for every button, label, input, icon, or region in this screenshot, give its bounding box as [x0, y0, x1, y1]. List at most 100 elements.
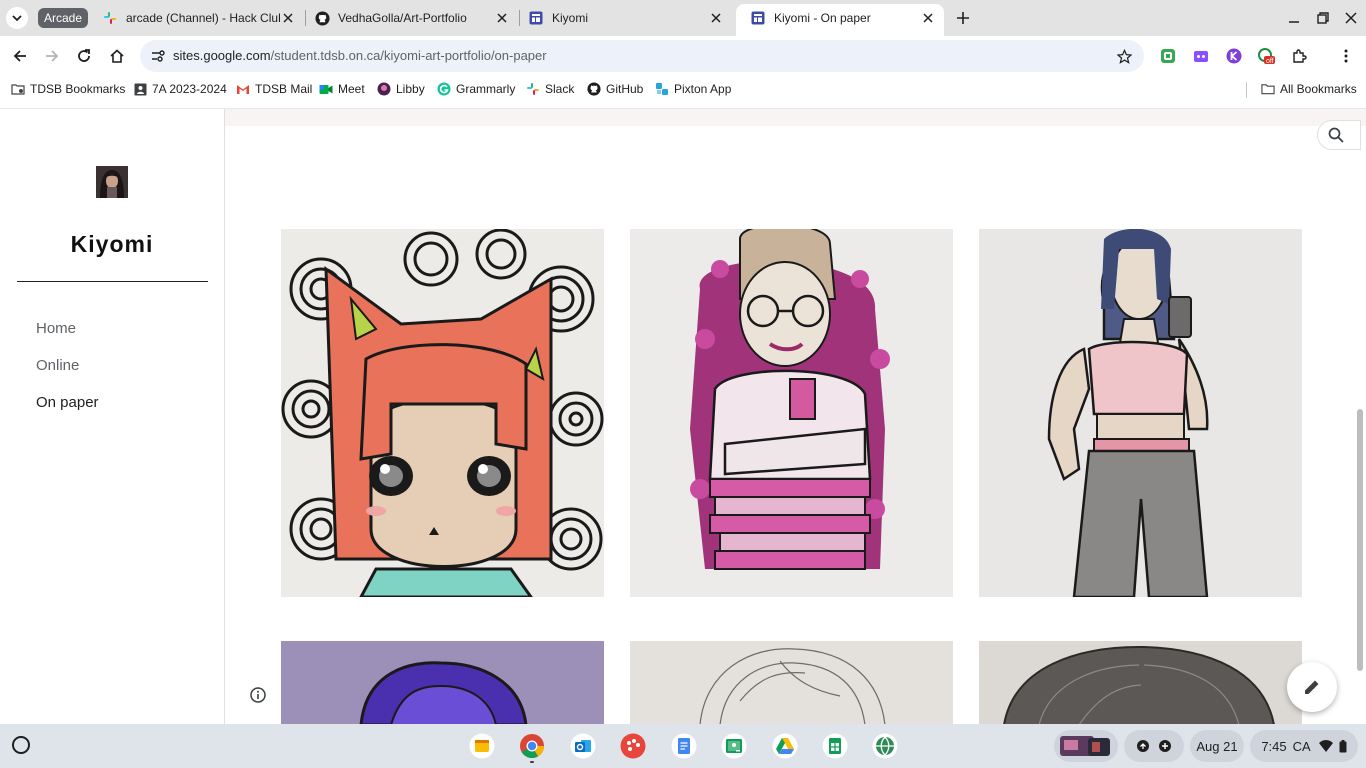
bookmark-label: TDSB Bookmarks [30, 82, 126, 96]
artwork-pencil-sketch-2[interactable] [979, 641, 1302, 724]
tab-strip: Arcade arcade (Channel) - Hack Club - Ve… [0, 0, 1366, 36]
nav-online[interactable]: Online [36, 357, 79, 374]
tab-slack[interactable]: arcade (Channel) - Hack Club - [88, 4, 304, 32]
page-scrollbar[interactable] [1357, 409, 1363, 671]
bookmark-label: 7A 2023-2024 [152, 82, 227, 96]
reload-icon [78, 49, 90, 62]
github-icon [587, 82, 601, 96]
bookmark-grammarly[interactable]: Grammarly [437, 80, 515, 98]
extension-green-icon[interactable] [1158, 46, 1178, 66]
site-info-icon[interactable] [148, 46, 168, 66]
extensions-puzzle-icon[interactable] [1289, 46, 1309, 66]
extension-off-icon[interactable]: off [1256, 46, 1276, 66]
bookmark-libby[interactable]: Libby [377, 80, 425, 98]
classroom-icon [721, 733, 747, 759]
maximize-button[interactable] [1313, 8, 1333, 28]
all-bookmarks-button[interactable]: All Bookmarks [1261, 80, 1357, 98]
close-icon[interactable] [920, 10, 936, 26]
quick-actions-pill[interactable] [1124, 730, 1184, 762]
forward-button[interactable] [38, 42, 66, 70]
launcher-icon [12, 736, 30, 754]
app-paint[interactable] [618, 731, 648, 761]
bookmarks-bar: TDSB Bookmarks 7A 2023-2024 TDSB Mail Me… [0, 76, 1366, 102]
site-search-button[interactable] [1317, 120, 1361, 150]
back-button[interactable] [6, 42, 34, 70]
tab-title: Kiyomi [552, 11, 589, 25]
close-window-button[interactable] [1341, 8, 1361, 28]
app-sheets[interactable] [820, 731, 850, 761]
bookmark-slack[interactable]: Slack [526, 80, 574, 98]
google-sites-icon [528, 10, 544, 26]
close-icon[interactable] [280, 10, 296, 26]
minimize-button[interactable] [1284, 8, 1304, 28]
home-button[interactable] [103, 42, 131, 70]
info-icon [250, 687, 266, 703]
address-bar[interactable]: sites.google.com/student.tdsb.on.ca/kiyo… [140, 40, 1144, 72]
bookmark-star-icon[interactable] [1114, 46, 1134, 66]
site-title[interactable]: Kiyomi [0, 231, 224, 258]
launcher-button[interactable] [10, 734, 32, 756]
app-globe[interactable] [870, 731, 900, 761]
bookmark-meet[interactable]: Meet [319, 80, 365, 98]
url-path: /student.tdsb.on.ca/kiyomi-art-portfolio… [270, 48, 547, 63]
bookmark-pixton[interactable]: Pixton App [655, 80, 731, 98]
bookmark-label: Grammarly [456, 82, 516, 96]
artwork-purple-hair[interactable] [281, 641, 604, 724]
edit-site-button[interactable] [1287, 662, 1337, 712]
tab-title: Kiyomi - On paper [774, 11, 871, 25]
bookmark-label: GitHub [606, 82, 644, 96]
app-classroom[interactable] [719, 731, 749, 761]
url-host: sites.google.com [173, 48, 271, 63]
tab-search-button[interactable] [6, 7, 28, 29]
tab-title: arcade (Channel) - Hack Club - [126, 11, 280, 25]
app-drive[interactable] [770, 731, 800, 761]
app-sticky-notes[interactable] [467, 731, 497, 761]
status-tray[interactable]: 7:45 CA [1250, 730, 1358, 762]
close-icon[interactable] [494, 10, 510, 26]
google-sites-icon [750, 10, 766, 26]
tote-holding-space[interactable] [1054, 730, 1118, 762]
globe-icon [872, 733, 898, 759]
bookmark-label: Pixton App [674, 82, 732, 96]
close-icon[interactable] [708, 10, 724, 26]
bookmark-github[interactable]: GitHub [587, 80, 643, 98]
new-tab-button[interactable] [952, 7, 974, 29]
bookmarks-divider [1246, 82, 1247, 98]
reload-button[interactable] [70, 42, 98, 70]
date-tray[interactable]: Aug 21 [1190, 730, 1244, 762]
nav-home[interactable]: Home [36, 320, 76, 337]
url-text[interactable]: sites.google.com/student.tdsb.on.ca/kiyo… [173, 40, 547, 72]
bookmark-7a[interactable]: 7A 2023-2024 [133, 80, 227, 98]
app-docs[interactable] [669, 731, 699, 761]
nav-on-paper[interactable]: On paper [36, 394, 99, 411]
more-menu-icon[interactable] [1336, 46, 1356, 66]
artwork-mirror-selfie[interactable] [979, 229, 1302, 597]
artwork-cat-ear-girl[interactable] [281, 229, 604, 597]
app-outlook[interactable] [568, 731, 598, 761]
drive-icon [772, 733, 798, 759]
tab-kiyomi-on-paper[interactable]: Kiyomi - On paper [736, 4, 944, 36]
bookmark-tdsb-mail[interactable]: TDSB Mail [236, 80, 312, 98]
tab-group-label[interactable]: Arcade [38, 8, 89, 28]
extension-k-icon[interactable] [1224, 46, 1244, 66]
paint-icon [620, 733, 646, 759]
slack-icon [102, 10, 118, 26]
chromeos-shelf: Aug 21 7:45 CA [0, 724, 1366, 768]
info-button[interactable] [249, 686, 267, 704]
artwork-pencil-sketch-1[interactable] [630, 641, 953, 724]
contact-card-icon [133, 82, 147, 96]
app-chrome[interactable] [517, 731, 547, 763]
site-logo[interactable] [96, 166, 128, 198]
screenshot-thumbnails-icon [1060, 736, 1110, 756]
header-band [225, 109, 1366, 126]
bookmark-label: All Bookmarks [1280, 82, 1357, 96]
bookmark-tdsb-bookmarks[interactable]: TDSB Bookmarks [11, 80, 125, 98]
gmail-icon [236, 82, 250, 96]
time-text: 7:45 [1261, 738, 1287, 754]
pixton-icon [655, 82, 669, 96]
extension-purple-icon[interactable] [1191, 46, 1211, 66]
tab-github[interactable]: VedhaGolla/Art-Portfolio [300, 4, 518, 32]
artwork-glasses-girl[interactable] [630, 229, 953, 597]
tab-kiyomi[interactable]: Kiyomi [514, 4, 732, 32]
sheets-icon [822, 733, 848, 759]
